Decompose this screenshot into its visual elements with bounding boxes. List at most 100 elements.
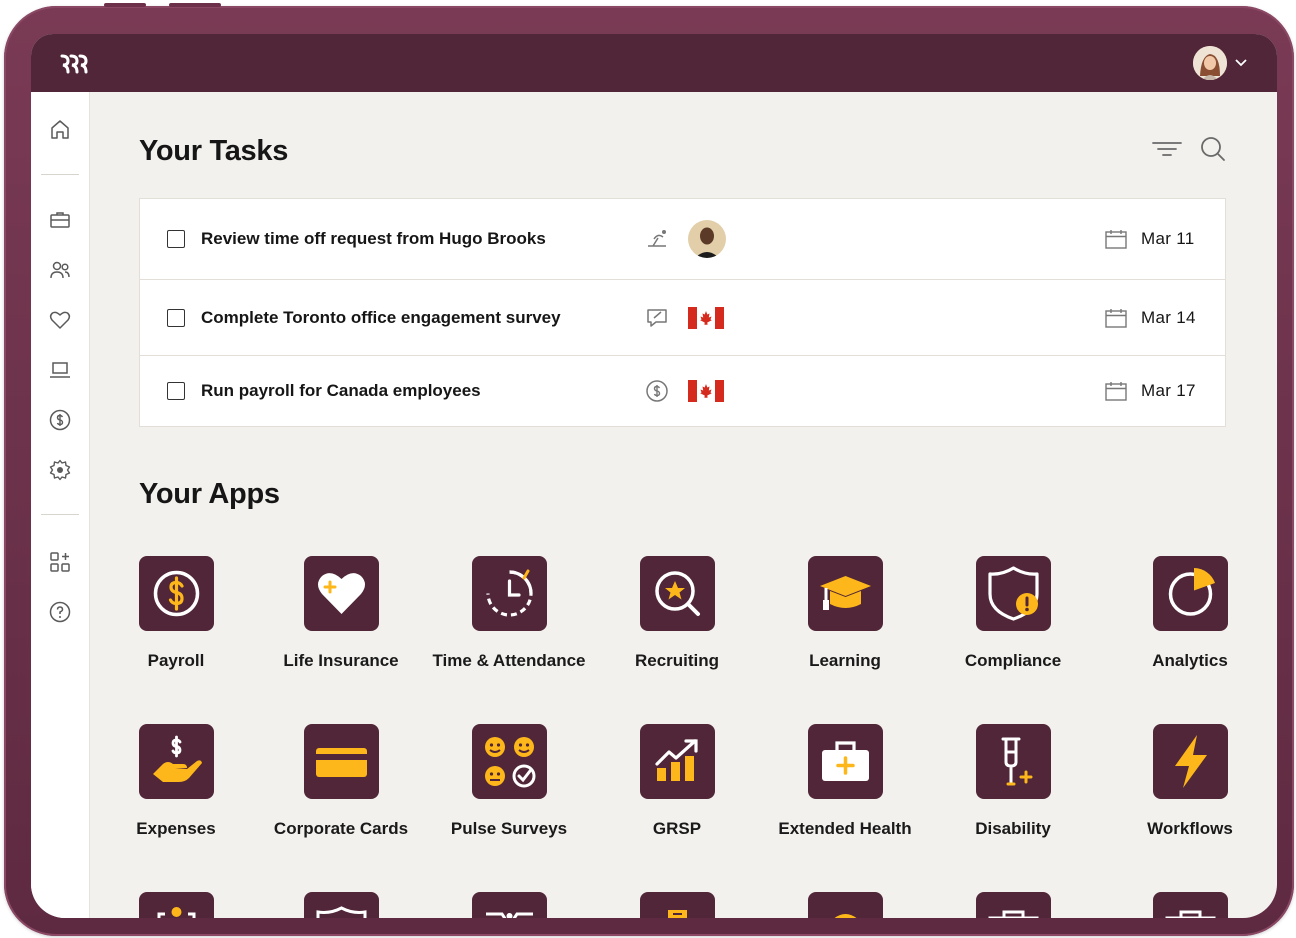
shield-alert-icon <box>975 556 1051 631</box>
crutch-icon <box>975 724 1051 799</box>
laptop-icon[interactable] <box>48 358 72 382</box>
faces-icon <box>471 724 547 799</box>
apps-heading: Your Apps <box>139 478 280 510</box>
top-bar <box>31 34 1277 92</box>
help-icon[interactable] <box>48 600 72 624</box>
task-checkbox[interactable] <box>167 308 185 327</box>
app-compliance[interactable]: Compliance <box>933 556 1093 671</box>
app-label: Time & Attendance <box>432 651 586 670</box>
graduation-cap-icon <box>807 556 883 631</box>
beach-umbrella-icon <box>648 230 666 247</box>
app-label: Extended Health <box>778 819 912 838</box>
tablet-frame: Your Tasks Review time off request from … <box>4 3 1294 936</box>
payroll-icon <box>138 556 214 631</box>
gear-icon[interactable] <box>48 458 72 482</box>
app-workflows[interactable]: Workflows <box>1110 724 1270 839</box>
app-time-attendance[interactable]: Time & Attendance <box>429 556 589 671</box>
app-label: Expenses <box>136 819 216 838</box>
task-text: Run payroll for Canada employees <box>201 381 481 400</box>
app-screen: Your Tasks Review time off request from … <box>31 34 1277 918</box>
sidebar-divider <box>41 514 79 515</box>
home-icon[interactable] <box>48 118 72 142</box>
app-payroll[interactable]: Payroll <box>96 556 256 671</box>
app-tile-partial[interactable] <box>597 892 757 918</box>
app-grsp[interactable]: GRSP <box>597 724 757 839</box>
pie-chart-icon <box>1152 556 1228 631</box>
heart-plus-icon <box>303 556 379 631</box>
briefcase-icon[interactable] <box>48 208 72 232</box>
user-avatar[interactable] <box>1193 46 1227 80</box>
task-date: Mar 11 <box>1141 229 1195 248</box>
task-date: Mar 17 <box>1141 381 1196 400</box>
app-tile-partial[interactable] <box>96 892 256 918</box>
app-label: Life Insurance <box>283 651 399 670</box>
task-checkbox[interactable] <box>167 230 185 248</box>
canada-flag <box>688 306 724 334</box>
sidebar <box>31 92 90 918</box>
people-icon[interactable] <box>48 258 72 282</box>
filter-icon[interactable] <box>1152 136 1182 162</box>
app-icon-partial <box>807 892 883 918</box>
chevron-down-icon[interactable] <box>1235 59 1247 67</box>
task-text: Complete Toronto office engagement surve… <box>201 307 561 327</box>
heart-icon[interactable] <box>48 308 72 332</box>
tasks-heading: Your Tasks <box>139 135 289 167</box>
task-text: Review time off request from Hugo Brooks <box>201 229 546 248</box>
app-icon-partial <box>1152 892 1228 918</box>
task-tools <box>1152 136 1226 162</box>
clock-icon <box>471 556 547 631</box>
survey-chat-icon <box>647 308 667 327</box>
app-analytics[interactable]: Analytics <box>1110 556 1270 671</box>
app-expenses[interactable]: Expenses <box>96 724 256 839</box>
search-icon[interactable] <box>1200 136 1226 162</box>
app-pulse-surveys[interactable]: Pulse Surveys <box>429 724 589 839</box>
dollar-coin-icon[interactable] <box>48 408 72 432</box>
hand-dollar-icon <box>138 724 214 799</box>
app-label: Workflows <box>1147 819 1233 838</box>
app-tile-partial[interactable] <box>933 892 1093 918</box>
medical-kit-icon <box>807 724 883 799</box>
app-tile-partial[interactable] <box>429 892 589 918</box>
app-learning[interactable]: Learning <box>765 556 925 671</box>
app-life-insurance[interactable]: Life Insurance <box>261 556 421 671</box>
task-row[interactable]: Review time off request from Hugo Brooks <box>140 199 1225 280</box>
growth-chart-icon <box>639 724 715 799</box>
canada-flag <box>688 380 724 407</box>
app-recruiting[interactable]: Recruiting <box>597 556 757 671</box>
lightning-icon <box>1152 724 1228 799</box>
app-label: Learning <box>809 651 881 670</box>
user-menu[interactable] <box>1193 46 1247 80</box>
app-label: Pulse Surveys <box>450 819 568 838</box>
task-row[interactable]: Run payroll for Canada employees Mar 17 <box>140 356 1225 426</box>
rippling-logo[interactable] <box>59 50 89 78</box>
app-label: Compliance <box>964 651 1062 670</box>
app-label: Corporate Cards <box>273 819 409 838</box>
calendar-icon <box>1105 308 1127 328</box>
task-checkbox[interactable] <box>167 382 185 400</box>
device-button <box>169 3 221 7</box>
app-tile-partial[interactable] <box>765 892 925 918</box>
dollar-coin-icon <box>646 380 668 402</box>
task-row[interactable]: Complete Toronto office engagement surve… <box>140 280 1225 356</box>
app-icon-partial <box>471 892 547 918</box>
app-label: Analytics <box>1152 651 1228 670</box>
task-date: Mar 14 <box>1141 307 1196 327</box>
app-icon-partial <box>639 892 715 918</box>
app-tile-partial[interactable] <box>1110 892 1270 918</box>
app-icon-partial <box>138 892 214 918</box>
credit-card-icon <box>303 724 379 799</box>
apps-add-icon[interactable] <box>48 550 72 574</box>
app-disability[interactable]: Disability <box>933 724 1093 839</box>
app-icon-partial <box>303 892 379 918</box>
magnifier-star-icon <box>639 556 715 631</box>
app-label: Disability <box>975 819 1051 838</box>
app-extended-health[interactable]: Extended Health <box>765 724 925 839</box>
calendar-icon <box>1105 230 1127 249</box>
calendar-icon <box>1105 382 1127 401</box>
app-corporate-cards[interactable]: Corporate Cards <box>261 724 421 839</box>
app-icon-partial <box>975 892 1051 918</box>
app-label: Payroll <box>147 651 205 670</box>
app-label: GRSP <box>652 819 702 838</box>
app-tile-partial[interactable] <box>261 892 421 918</box>
sidebar-divider <box>41 174 79 175</box>
